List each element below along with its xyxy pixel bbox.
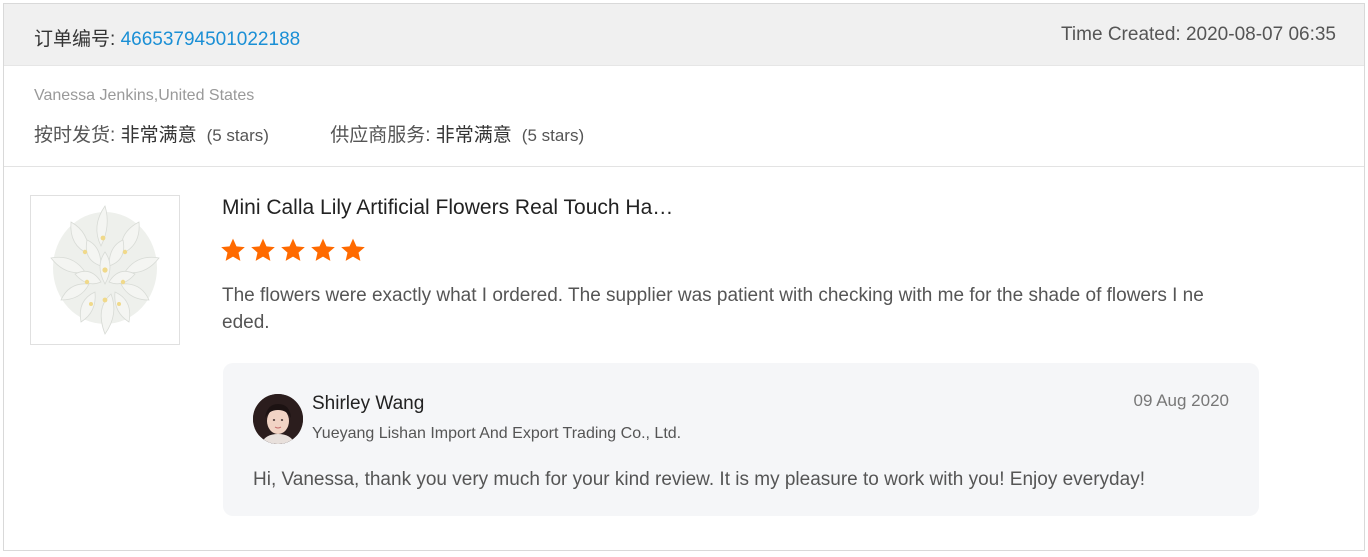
star-icon [311,238,335,261]
order-number-link[interactable]: 46653794501022188 [121,29,301,50]
rating-label: 供应商服务: [330,125,436,146]
supplier-avatar-image [253,394,303,444]
star-icon [281,238,305,261]
avatar [253,394,303,444]
supplier-reply: Shirley Wang Yueyang Lishan Import And E… [223,363,1259,516]
rating-stars-text: (5 stars) [206,126,269,145]
rating-value: 非常满意 [435,125,512,146]
product-title-link[interactable]: Mini Calla Lily Artificial Flowers Real … [222,196,673,220]
order-id: 订单编号: 46653794501022188 [34,24,300,51]
supplier-company-name: Yueyang Lishan Import And Export Trading… [312,425,682,442]
supplier-contact-name: Shirley Wang [312,393,425,414]
rating-value: 非常满意 [120,125,197,146]
rating-stars-text: (5 stars) [521,126,585,145]
star-icon [221,238,245,261]
star-icon [341,238,365,261]
supplier-ratings: 按时发货: 非常满意 (5 stars) 供应商服务: 非常满意 (5 stars) [34,120,640,147]
order-id-label: 订单编号: [34,29,121,50]
review-text: The flowers were exactly what I ordered.… [222,285,1204,333]
rating-supplier-service: 供应商服务: 非常满意 (5 stars) [330,120,584,147]
reply-text: Hi, Vanessa, thank you very much for you… [253,469,1145,490]
calla-lily-bouquet-image [31,196,179,344]
product-image[interactable] [30,195,180,345]
buyer-section: Vanessa Jenkins,United States 按时发货: 非常满意… [4,66,1364,167]
star-rating [220,237,366,269]
reply-date: 09 Aug 2020 [1133,391,1229,410]
order-header: 订单编号: 46653794501022188 Time Created: 20… [4,4,1364,66]
rating-on-time-shipment: 按时发货: 非常满意 (5 stars) [34,120,269,147]
star-icon [251,238,275,261]
rating-label: 按时发货: [34,125,121,146]
buyer-name-location: Vanessa Jenkins,United States [34,87,255,104]
time-created: Time Created: 2020-08-07 06:35 [1061,24,1336,45]
